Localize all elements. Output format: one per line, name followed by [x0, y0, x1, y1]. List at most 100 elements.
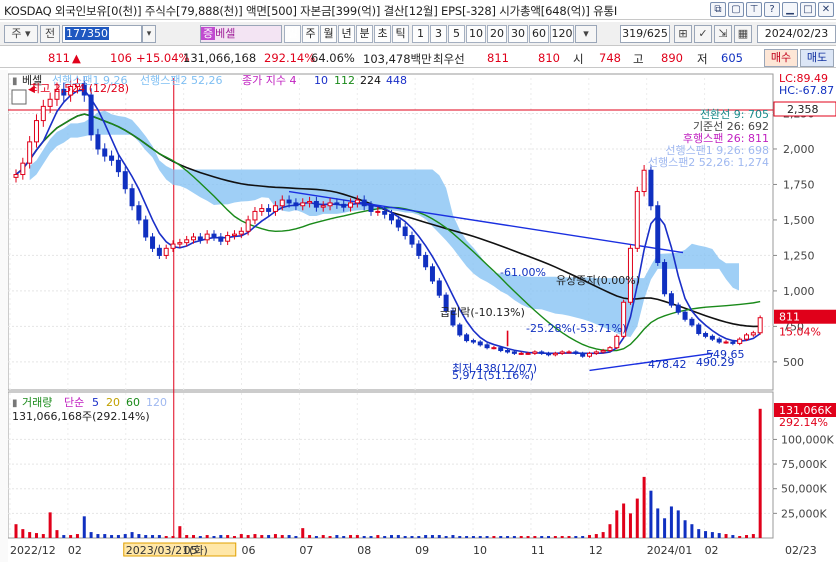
candle-body	[498, 347, 504, 352]
stock-info-text: KOSDAQ 외국인보유[0(천)] 주식수[79,888(천)] 액면[500…	[4, 4, 618, 18]
volume-bar	[444, 536, 448, 538]
stock-code-input[interactable]: 177350	[62, 25, 142, 43]
period-tab-6[interactable]: 틱	[392, 25, 409, 43]
window-controls: ⧉ ▢ ⊤ ? ▁ □ ✕	[710, 2, 834, 17]
volume-bar	[574, 536, 578, 538]
volume-bar	[110, 535, 114, 538]
volume-bar	[383, 536, 387, 538]
candle-body	[682, 311, 688, 320]
volume-bar	[246, 535, 250, 538]
candle-body	[197, 236, 203, 241]
chart-area[interactable]: 2,2502,0001,7501,5001,2501,000750500100,…	[0, 70, 836, 562]
close-icon[interactable]: ✕	[818, 2, 834, 17]
candle-body	[518, 352, 524, 355]
candle-body	[655, 205, 661, 264]
candle-body	[750, 332, 756, 336]
volume-legend-marker: ▮	[12, 398, 18, 409]
minimize-icon[interactable]: ▁	[782, 2, 798, 17]
interval-tab-1[interactable]: 1	[412, 25, 429, 43]
price-legend-ma10: 10	[314, 74, 328, 87]
candle-body	[409, 235, 415, 245]
sell-button[interactable]: 매도	[800, 49, 834, 67]
candle-body	[313, 200, 319, 208]
candle-body	[477, 341, 483, 346]
open-label: 시	[573, 52, 584, 66]
price-tick-label: 1,750	[783, 178, 815, 191]
interval-tab-20[interactable]: 20	[487, 25, 507, 43]
code-search-icon[interactable]: ▾	[142, 25, 156, 43]
volume-bar	[601, 532, 605, 538]
current-price: 811	[48, 51, 70, 65]
copy-icon[interactable]: ⧉	[710, 2, 726, 17]
candle-body	[484, 344, 490, 349]
price-legend-ma224: 224	[360, 74, 381, 87]
candle-body	[293, 202, 299, 207]
chart-toolbar: 주 ▾ 전 177350 ▾ 증 베셀 일주월년분초틱 1 3 5 10 20 30 60 12…	[0, 22, 836, 46]
export-icon[interactable]: ⇲	[714, 25, 732, 43]
period-tab-3[interactable]: 년	[338, 25, 355, 43]
candle-body	[129, 188, 135, 207]
interval-tab-5[interactable]: 5	[448, 25, 465, 43]
volume-bar	[560, 536, 564, 538]
window-icon[interactable]: ▢	[728, 2, 744, 17]
x-tick-label: 06	[242, 544, 256, 557]
period-tab-4[interactable]: 분	[356, 25, 373, 43]
low-price: 605	[721, 51, 743, 65]
stock-chart[interactable]: 2,2502,0001,7501,5001,2501,000750500100,…	[0, 70, 836, 562]
period-tab-1[interactable]: 주	[302, 25, 319, 43]
maximize-icon[interactable]: □	[800, 2, 816, 17]
period-tab-2[interactable]: 월	[320, 25, 337, 43]
candle-body	[757, 317, 763, 334]
x-tick-label: 02	[68, 544, 82, 557]
volume-bar	[594, 534, 598, 538]
grid-icon[interactable]: ▦	[734, 25, 752, 43]
interval-tab-3[interactable]: 3	[430, 25, 447, 43]
price-tick-label: 1,500	[783, 214, 815, 227]
candle-body	[279, 199, 285, 207]
volume-bar	[260, 535, 264, 538]
volume-bar	[212, 536, 216, 538]
x-tick-label: 08	[357, 544, 371, 557]
interval-dropdown[interactable]: ▾	[575, 25, 597, 43]
volume-legend-name: 거래량	[22, 396, 52, 409]
volume-bar	[499, 536, 503, 538]
volume-bar	[410, 536, 414, 538]
interval-tab-120[interactable]: 120	[550, 25, 574, 43]
volume-bar	[267, 535, 271, 538]
volume-legend-type: 단순	[64, 396, 84, 409]
candle-body	[546, 352, 552, 356]
interval-tab-30[interactable]: 30	[508, 25, 528, 43]
pin-icon[interactable]: ⊤	[746, 2, 762, 17]
candle-body	[184, 239, 190, 244]
volume-bar	[512, 536, 516, 538]
period-tab-5[interactable]: 초	[374, 25, 391, 43]
period-tab-0[interactable]: 일	[284, 25, 301, 43]
candle-body	[334, 202, 340, 205]
candle-body	[436, 280, 442, 296]
scroll-icon[interactable]: ⊞	[674, 25, 692, 43]
candle-body	[348, 202, 354, 208]
candle-body	[723, 341, 729, 344]
prev-button[interactable]: 전	[40, 25, 60, 43]
price-tick-label: 1,250	[783, 249, 815, 262]
candle-body	[150, 236, 156, 249]
market-select[interactable]: 주 ▾	[4, 25, 38, 43]
candle-body	[163, 247, 169, 256]
draw-icon[interactable]: ✓	[694, 25, 712, 43]
volume-bar	[287, 535, 291, 538]
volume-bar	[465, 536, 469, 538]
price-tick-label: 2,000	[783, 143, 815, 156]
up-arrow-icon: ▲	[72, 51, 81, 65]
chart-annotation: -25.28%(-53.71%)	[526, 322, 626, 335]
high-label: 고	[633, 52, 644, 66]
candle-body	[218, 236, 224, 242]
interval-tab-10[interactable]: 10	[466, 25, 486, 43]
buy-button[interactable]: 매수	[764, 49, 798, 67]
stock-name-field[interactable]: 증 베셀	[200, 25, 282, 43]
volume-bar	[690, 524, 694, 538]
candle-body	[580, 352, 586, 357]
chart-annotation: 478.42	[648, 358, 687, 371]
date-field[interactable]: 2024/02/23	[757, 25, 836, 43]
help-icon[interactable]: ?	[764, 2, 780, 17]
interval-tab-60[interactable]: 60	[529, 25, 549, 43]
